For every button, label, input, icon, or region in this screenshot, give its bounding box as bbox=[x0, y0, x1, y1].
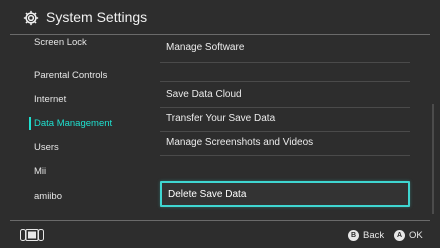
scrollbar[interactable] bbox=[432, 104, 434, 214]
system-settings-screen: System Settings Screen Lock Parental Con… bbox=[0, 0, 440, 248]
list-divider bbox=[160, 155, 410, 156]
header: System Settings bbox=[0, 0, 440, 37]
sidebar-item-internet[interactable]: Internet bbox=[34, 94, 66, 105]
sidebar-item-amiibo[interactable]: amiibo bbox=[34, 191, 62, 202]
list-divider bbox=[160, 62, 410, 63]
list-item-label: Delete Save Data bbox=[168, 189, 247, 200]
sidebar: Screen Lock Parental Controls Internet D… bbox=[0, 35, 150, 220]
gear-icon bbox=[23, 10, 39, 26]
b-button-icon: B bbox=[348, 230, 359, 241]
footer: B Back A OK bbox=[0, 221, 440, 248]
list-item-transfer-save-data[interactable]: Transfer Your Save Data bbox=[166, 113, 275, 124]
sidebar-item-users[interactable]: Users bbox=[34, 142, 59, 153]
list-item-manage-screenshots[interactable]: Manage Screenshots and Videos bbox=[166, 137, 313, 148]
console-icon bbox=[20, 229, 44, 241]
sidebar-item-mii[interactable]: Mii bbox=[34, 166, 46, 177]
list-item-manage-software[interactable]: Manage Software bbox=[166, 42, 244, 53]
list-divider bbox=[160, 107, 410, 108]
a-button-icon: A bbox=[394, 230, 405, 241]
active-indicator bbox=[29, 117, 31, 130]
ok-hint[interactable]: A OK bbox=[394, 230, 423, 241]
sidebar-item-screen-lock[interactable]: Screen Lock bbox=[34, 37, 87, 48]
back-label: Back bbox=[363, 230, 385, 241]
ok-label: OK bbox=[409, 230, 423, 241]
settings-list: Manage Software Save Data Cloud Transfer… bbox=[150, 35, 422, 220]
list-divider bbox=[160, 81, 410, 82]
page-title: System Settings bbox=[46, 9, 148, 25]
sidebar-item-data-management[interactable]: Data Management bbox=[34, 118, 112, 129]
sidebar-item-parental-controls[interactable]: Parental Controls bbox=[34, 70, 107, 81]
list-divider bbox=[160, 131, 410, 132]
list-item-delete-save-data[interactable]: Delete Save Data bbox=[160, 181, 410, 207]
back-hint[interactable]: B Back bbox=[348, 230, 384, 241]
list-item-save-data-cloud[interactable]: Save Data Cloud bbox=[166, 89, 242, 100]
